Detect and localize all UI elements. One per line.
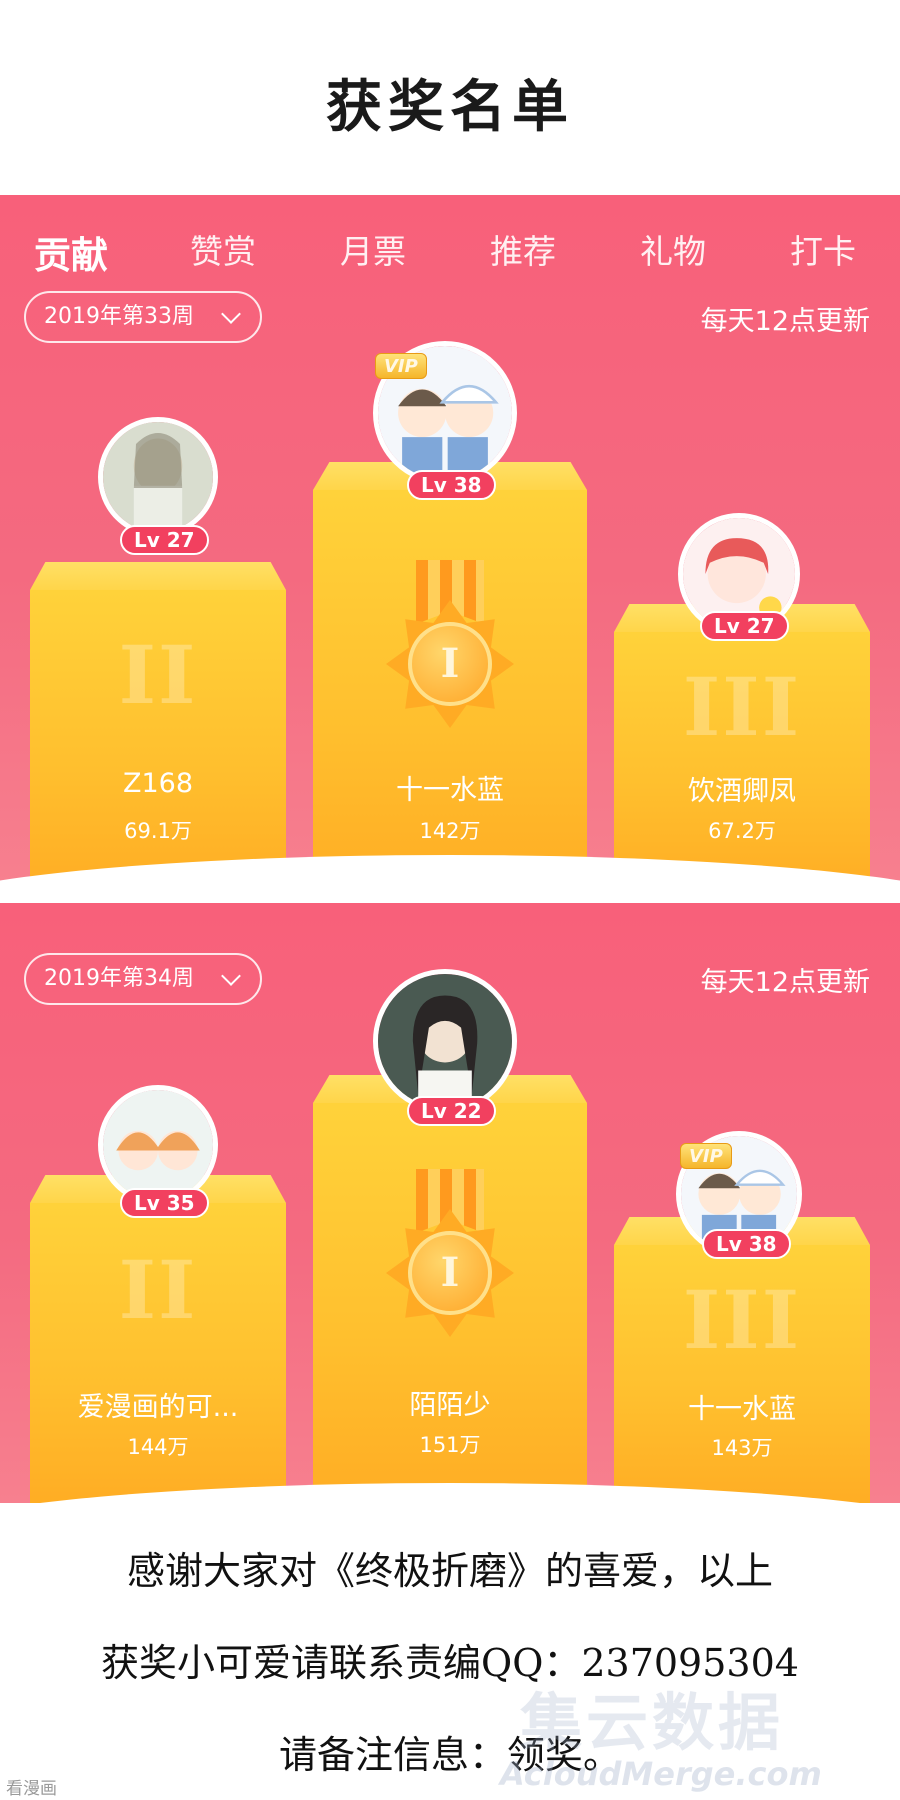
user-name[interactable]: Z168 (30, 768, 286, 799)
source-tag: 看漫画 (6, 1779, 57, 1799)
user-score: 69.1万 (124, 819, 192, 843)
user-score: 143万 (711, 1436, 773, 1460)
user-score: 67.2万 (708, 819, 776, 843)
rank-numeral: III (682, 660, 802, 754)
week-label: 2019年第34周 (44, 966, 194, 991)
ranking-panel-week34: 2019年第34周 每天12点更新 II 爱漫画的可... 144万 Lv 35… (0, 903, 900, 1503)
ranking-panel-week33: 贡献 赞赏 月票 推荐 礼物 打卡 2019年第33周 每天12点更新 II Z… (0, 195, 900, 885)
tab-monthly-ticket[interactable]: 月票 (340, 225, 406, 273)
vip-badge: VIP (375, 353, 427, 379)
rank-numeral: II (118, 628, 198, 722)
watermark-url: AcloudMerge.com (500, 1755, 822, 1793)
page-title: 获奖名单 (326, 75, 574, 140)
week-label: 2019年第33周 (44, 304, 194, 329)
vip-badge: VIP (680, 1143, 732, 1169)
user-name[interactable]: 饮酒卿凤 (614, 769, 870, 808)
tab-gift[interactable]: 礼物 (640, 225, 706, 273)
podium-first: I 陌陌少 151万 (313, 1075, 587, 1503)
chevron-down-icon (221, 966, 241, 986)
rank-numeral: I (408, 622, 492, 706)
podium-first: I 十一水蓝 142万 (313, 462, 587, 885)
level-badge: Lv 22 (407, 1096, 496, 1126)
gold-medal-icon: I (386, 1169, 514, 1339)
level-badge: Lv 38 (702, 1229, 791, 1259)
avatar-image (103, 1090, 213, 1200)
category-tabs: 贡献 赞赏 月票 推荐 礼物 打卡 (0, 225, 900, 285)
rank-numeral: II (118, 1243, 198, 1337)
gold-medal-icon: I (386, 560, 514, 730)
avatar-image (103, 422, 213, 532)
rank-numeral: III (682, 1273, 802, 1367)
chevron-down-icon (221, 304, 241, 324)
level-badge: Lv 27 (700, 611, 789, 641)
avatar-image (378, 974, 512, 1108)
rank-numeral: I (408, 1231, 492, 1315)
user-name[interactable]: 十一水蓝 (614, 1387, 870, 1426)
tab-checkin[interactable]: 打卡 (790, 225, 856, 273)
user-name[interactable]: 十一水蓝 (313, 768, 587, 807)
user-score: 151万 (419, 1433, 481, 1457)
tab-contribution[interactable]: 贡献 (34, 225, 108, 279)
user-score: 144万 (127, 1435, 189, 1459)
level-badge: Lv 27 (120, 525, 209, 555)
podium-second: II 爱漫画的可... 144万 (30, 1175, 286, 1503)
user-score: 142万 (419, 819, 481, 843)
avatar[interactable] (98, 1085, 218, 1205)
avatar[interactable] (98, 417, 218, 537)
level-badge: Lv 38 (407, 470, 496, 500)
avatar[interactable] (373, 969, 517, 1113)
user-name[interactable]: 陌陌少 (313, 1383, 587, 1422)
update-note: 每天12点更新 (700, 306, 870, 337)
week-selector[interactable]: 2019年第33周 (24, 291, 262, 343)
week-selector[interactable]: 2019年第34周 (24, 953, 262, 1005)
tab-appreciation[interactable]: 赞赏 (190, 225, 256, 273)
podium-third: III 十一水蓝 143万 (614, 1217, 870, 1503)
user-name[interactable]: 爱漫画的可... (30, 1385, 286, 1424)
podium-third: III 饮酒卿凤 67.2万 (614, 604, 870, 885)
watermark: 集云数据 (520, 1686, 785, 1759)
level-badge: Lv 35 (120, 1188, 209, 1218)
podium-second: II Z168 69.1万 (30, 562, 286, 885)
tab-recommend[interactable]: 推荐 (490, 225, 556, 273)
thanks-line: 感谢大家对《终极折磨》的喜爱，以上 (126, 1549, 773, 1593)
update-note: 每天12点更新 (700, 967, 870, 998)
